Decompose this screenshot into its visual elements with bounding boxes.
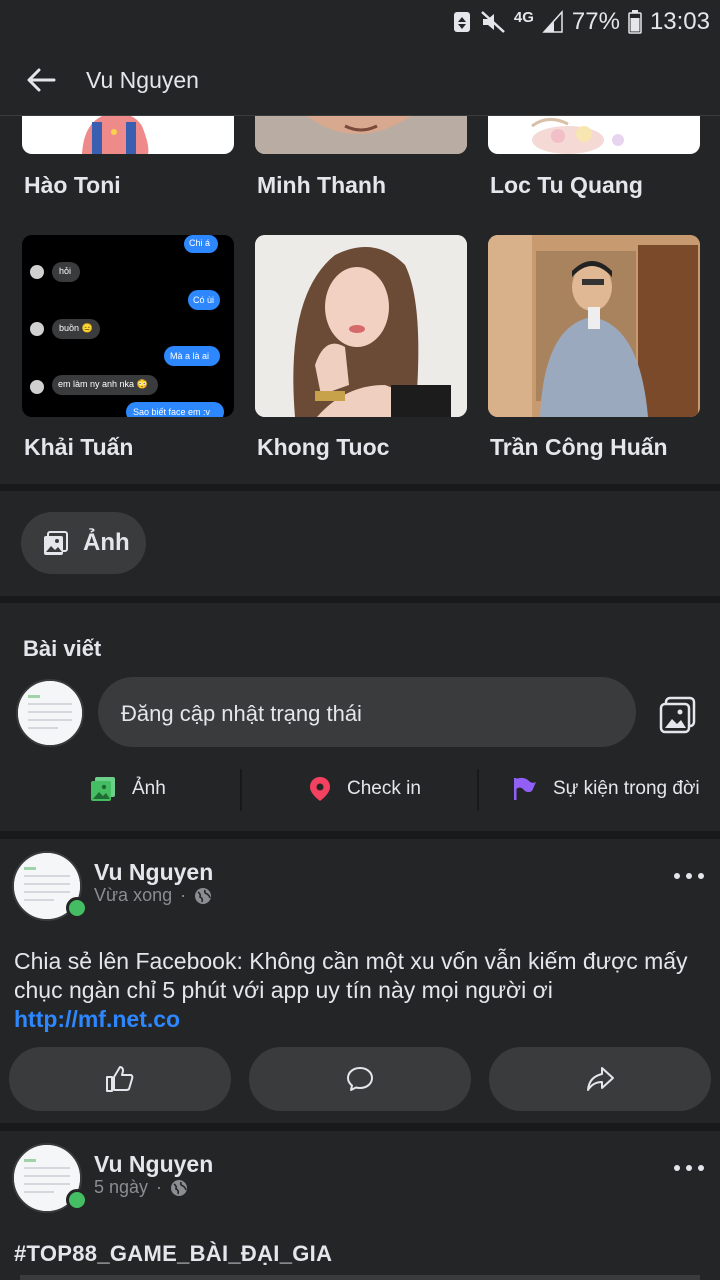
friend-name[interactable]: Trần Công Huấn bbox=[490, 434, 668, 461]
photo-album-icon bbox=[659, 696, 696, 734]
composer-photo-button[interactable] bbox=[658, 695, 698, 735]
signal-icon bbox=[542, 10, 563, 33]
chat-msg: Có ùi bbox=[193, 295, 215, 305]
status-composer-input[interactable]: Đăng cập nhật trạng thái bbox=[98, 677, 636, 747]
comment-button[interactable] bbox=[249, 1047, 471, 1111]
composer-placeholder: Đăng cập nhật trạng thái bbox=[121, 701, 362, 726]
battery-icon bbox=[628, 10, 642, 34]
clock: 13:03 bbox=[649, 8, 710, 35]
friend-name[interactable]: Loc Tu Quang bbox=[490, 172, 643, 199]
post-meta: 5 ngày · bbox=[94, 1177, 188, 1198]
battery-percent: 77% bbox=[571, 8, 620, 35]
section-divider bbox=[0, 831, 720, 839]
divider bbox=[477, 769, 479, 811]
meta-separator: · bbox=[180, 885, 187, 905]
more-options-button[interactable] bbox=[674, 1158, 704, 1178]
friend-photo[interactable] bbox=[488, 116, 700, 154]
section-divider bbox=[0, 1123, 720, 1131]
status-bar: 4G 77% 13:03 bbox=[0, 0, 720, 44]
app-bar: Vu Nguyen bbox=[0, 44, 720, 116]
post-author[interactable]: Vu Nguyen bbox=[94, 1151, 213, 1178]
photo-action-label: Ảnh bbox=[132, 778, 166, 799]
post-time[interactable]: 5 ngày bbox=[94, 1177, 148, 1198]
globe-icon[interactable] bbox=[194, 887, 212, 905]
location-pin-icon bbox=[310, 777, 330, 801]
online-status-dot bbox=[66, 1189, 88, 1211]
friend-photo[interactable] bbox=[255, 116, 467, 154]
friend-name[interactable]: Khong Tuoc bbox=[257, 434, 389, 461]
checkin-action-label: Check in bbox=[347, 778, 421, 799]
post-author[interactable]: Vu Nguyen bbox=[94, 859, 213, 886]
like-icon bbox=[106, 1066, 134, 1092]
photo-action-button[interactable]: Ảnh bbox=[90, 767, 166, 811]
friends-grid: Hào Toni Minh Thanh Loc Tu Quang Chi á h… bbox=[0, 116, 720, 484]
post-card: Vu Nguyen Vừa xong · Chia sẻ lên Faceboo… bbox=[0, 839, 720, 1123]
post-action-bar bbox=[0, 1047, 720, 1111]
status-icons: 4G 77% 13:03 bbox=[452, 6, 710, 38]
chat-msg: Mà a là ai bbox=[170, 351, 210, 361]
section-divider bbox=[0, 596, 720, 603]
post-card: Vu Nguyen 5 ngày · #TOP88_GAME_BÀI_ĐẠI_G… bbox=[0, 1131, 720, 1280]
friend-name[interactable]: Khải Tuấn bbox=[24, 434, 133, 461]
friend-photo[interactable] bbox=[22, 116, 234, 154]
chat-msg: buồn 😑 bbox=[59, 323, 93, 333]
flag-icon bbox=[514, 777, 536, 800]
chat-msg: Chi á bbox=[189, 238, 211, 248]
friend-photo[interactable] bbox=[488, 235, 700, 417]
photos-chip-button[interactable]: Ảnh bbox=[21, 512, 146, 574]
share-button[interactable] bbox=[489, 1047, 711, 1111]
photos-chip-label: Ảnh bbox=[83, 529, 130, 556]
online-status-dot bbox=[66, 897, 88, 919]
globe-icon[interactable] bbox=[170, 1179, 188, 1197]
post-hashtag[interactable]: #TOP88_GAME_BÀI_ĐẠI_GIA bbox=[14, 1241, 332, 1267]
friend-photo-chat[interactable]: Chi á hỏi Có ùi buồn 😑 Mà a là ai em làm… bbox=[22, 235, 234, 417]
more-options-button[interactable] bbox=[674, 866, 704, 886]
checkin-action-button[interactable]: Check in bbox=[309, 767, 421, 811]
quick-actions: Ảnh Check in Sự kiện trong đời bbox=[0, 767, 720, 811]
photo-album-icon bbox=[44, 531, 68, 555]
posts-section: Bài viết Đăng cập nhật trạng thái Ảnh Ch… bbox=[0, 603, 720, 831]
life-event-action-label: Sự kiện trong đời bbox=[553, 778, 700, 799]
post-link[interactable]: http://mf.net.co bbox=[14, 1006, 180, 1032]
avatar[interactable] bbox=[16, 679, 84, 747]
post-media-edge bbox=[20, 1275, 700, 1280]
divider bbox=[240, 769, 242, 811]
network-type: 4G bbox=[513, 8, 534, 26]
recycle-icon bbox=[453, 12, 470, 32]
mute-icon bbox=[481, 11, 505, 33]
friend-name[interactable]: Hào Toni bbox=[24, 172, 121, 199]
page-title: Vu Nguyen bbox=[86, 67, 199, 93]
chat-msg: hỏi bbox=[59, 266, 72, 276]
post-text: Chia sẻ lên Facebook: Không cần một xu v… bbox=[14, 947, 704, 1034]
chat-msg: Sao biết face em :v bbox=[133, 407, 211, 417]
life-event-action-button[interactable]: Sự kiện trong đời bbox=[511, 767, 700, 811]
friend-photo[interactable] bbox=[255, 235, 467, 417]
post-time[interactable]: Vừa xong bbox=[94, 885, 172, 906]
like-button[interactable] bbox=[9, 1047, 231, 1111]
friend-name[interactable]: Minh Thanh bbox=[257, 172, 386, 199]
photos-section: Ảnh bbox=[0, 491, 720, 596]
chat-msg: em làm ny anh nka 😳 bbox=[58, 379, 148, 389]
comment-icon bbox=[347, 1067, 373, 1091]
share-icon bbox=[587, 1067, 614, 1091]
arrow-left-icon bbox=[27, 68, 56, 92]
meta-separator: · bbox=[156, 1177, 163, 1197]
section-divider bbox=[0, 484, 720, 491]
section-title: Bài viết bbox=[23, 636, 102, 661]
back-button[interactable] bbox=[20, 62, 62, 98]
post-meta: Vừa xong · bbox=[94, 885, 212, 906]
post-body: Chia sẻ lên Facebook: Không cần một xu v… bbox=[14, 948, 688, 1003]
photo-icon bbox=[91, 777, 115, 801]
